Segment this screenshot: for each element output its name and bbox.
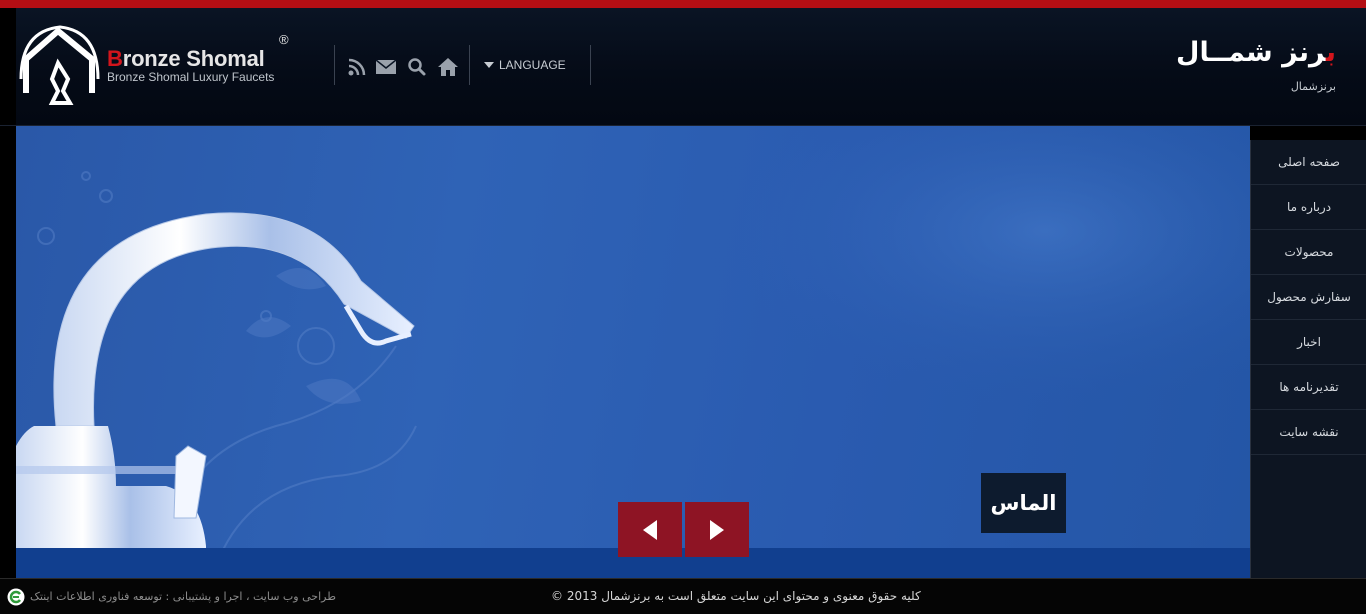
toolbar-divider [590, 45, 591, 85]
menu-item-sitemap[interactable]: نقشه سایت [1251, 410, 1366, 455]
language-dropdown[interactable]: LANGUAGE [484, 58, 566, 72]
site-header: Bronze Shomal ® Bronze Shomal Luxury Fau… [0, 8, 1366, 126]
persian-subtitle: برنزشمال [1290, 80, 1336, 93]
header-edge [0, 8, 16, 125]
menu-item-home[interactable]: صفحه اصلی [1251, 140, 1366, 185]
menu-item-products[interactable]: محصولات [1251, 230, 1366, 275]
developer-credit[interactable]: طراحی وب سایت ، اجرا و پشتیبانی : توسعه … [30, 590, 336, 603]
slider-prev-button[interactable] [618, 502, 682, 557]
top-stripe [0, 0, 1366, 8]
arrow-right-icon [710, 519, 724, 540]
persian-logo-rest: رنز شمــال [1176, 37, 1326, 68]
persian-logo[interactable]: برنز شمــال [1176, 37, 1336, 68]
slide-caption: الماس [981, 473, 1066, 533]
mail-icon[interactable] [375, 57, 397, 77]
home-icon[interactable] [437, 57, 459, 77]
registered-mark: ® [279, 32, 289, 47]
menu-item-news[interactable]: اخبار [1251, 320, 1366, 365]
persian-logo-initial: ب [1325, 37, 1336, 68]
brand-initial: B [107, 46, 123, 71]
slider-next-button[interactable] [685, 502, 749, 557]
toolbar-divider [469, 45, 470, 85]
arrow-left-icon [643, 519, 657, 540]
chevron-down-icon [484, 62, 494, 68]
brand-logo-icon[interactable] [18, 21, 102, 111]
menu-item-certificates[interactable]: تقدیرنامه ها [1251, 365, 1366, 410]
site-footer: طراحی وب سایت ، اجرا و پشتیبانی : توسعه … [0, 578, 1366, 614]
copyright-text: کلیه حقوق معنوی و محتوای این سایت متعلق … [551, 589, 921, 603]
menu-item-order[interactable]: سفارش محصول [1251, 275, 1366, 320]
brand-rest: ronze Shomal [122, 46, 265, 71]
main-menu: صفحه اصلی درباره ما محصولات سفارش محصول … [1250, 140, 1366, 601]
search-icon[interactable] [407, 57, 429, 77]
rss-icon[interactable] [347, 57, 369, 77]
developer-logo-icon[interactable] [7, 588, 25, 606]
toolbar-divider [334, 45, 335, 85]
left-edge [0, 126, 16, 578]
brand-tagline: Bronze Shomal Luxury Faucets [107, 70, 275, 84]
menu-item-about[interactable]: درباره ما [1251, 185, 1366, 230]
brand-name[interactable]: Bronze Shomal [107, 46, 265, 72]
language-label: LANGUAGE [499, 58, 566, 72]
